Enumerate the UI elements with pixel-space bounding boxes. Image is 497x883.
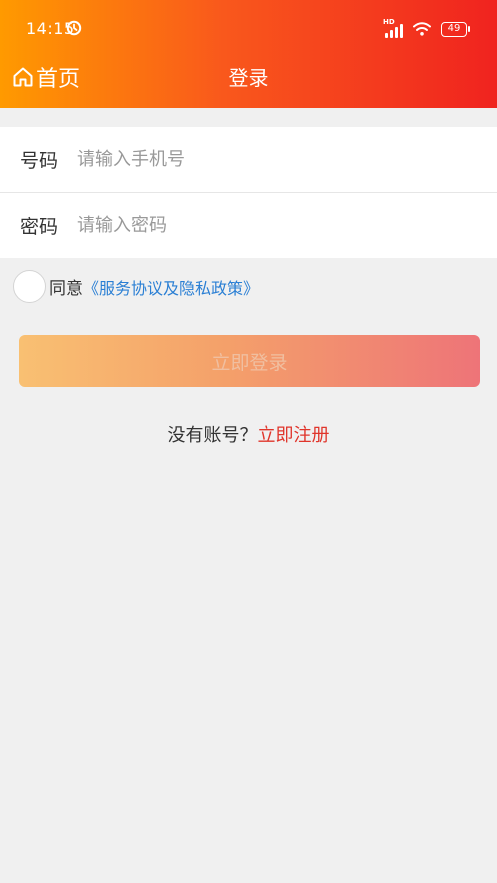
login-button[interactable]: 立即登录	[19, 335, 480, 387]
agreement-text: 同意	[49, 279, 83, 299]
password-label: 密码	[20, 216, 59, 238]
register-link[interactable]: 立即注册	[258, 425, 330, 446]
status-bar: 14:15 HD 49	[0, 0, 497, 56]
battery-level: 49	[447, 22, 461, 34]
cellular-signal-icon: HD	[383, 18, 403, 38]
phone-row: 号码	[0, 127, 497, 192]
app-header: 14:15 HD 49 首页 登录	[0, 0, 497, 108]
agreement-row: 同意 《服务协议及隐私政策》	[13, 270, 259, 303]
password-input[interactable]	[77, 215, 457, 236]
login-form: 号码 密码	[0, 127, 497, 258]
wifi-icon	[413, 22, 431, 36]
clock-icon	[66, 20, 82, 36]
register-prompt-text: 没有账号？	[167, 425, 258, 446]
phone-label: 号码	[20, 150, 59, 172]
privacy-policy-link[interactable]: 《服务协议及隐私政策》	[83, 275, 259, 299]
status-indicators: HD 49	[383, 18, 470, 39]
battery-icon: 49	[441, 21, 470, 37]
phone-input[interactable]	[77, 149, 457, 170]
page-title: 登录	[228, 66, 269, 90]
register-prompt: 没有账号？立即注册	[0, 421, 497, 447]
agreement-checkbox[interactable]	[13, 270, 46, 303]
password-row: 密码	[0, 192, 497, 258]
